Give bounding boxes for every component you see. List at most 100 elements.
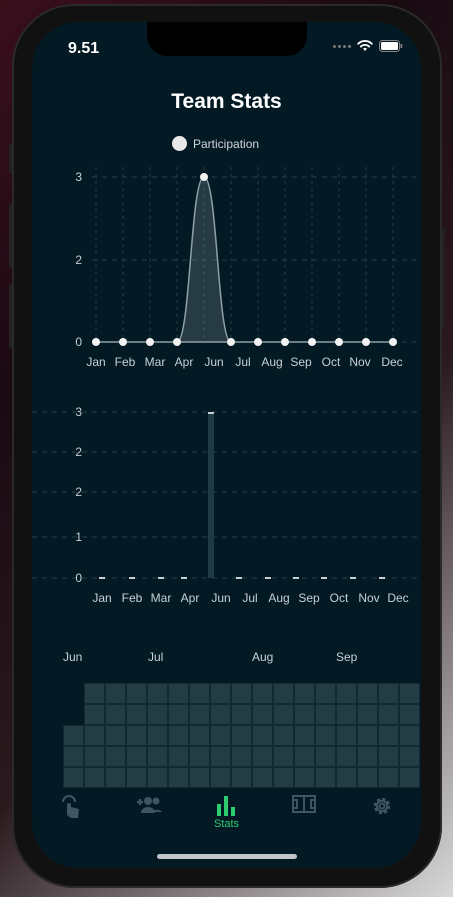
tab-stats[interactable]: Stats: [188, 780, 266, 840]
calendar-day-cell[interactable]: [378, 746, 399, 767]
bar-cap: [208, 412, 214, 414]
calendar-day-cell[interactable]: [273, 746, 294, 767]
y-tick-label: 2: [75, 445, 82, 459]
calendar-day-cell[interactable]: [84, 683, 105, 704]
x-tick-label: Feb: [122, 591, 143, 605]
calendar-day-cell[interactable]: [210, 725, 231, 746]
calendar-day-cell[interactable]: [105, 725, 126, 746]
calendar-day-cell[interactable]: [147, 746, 168, 767]
calendar-day-cell[interactable]: [126, 746, 147, 767]
calendar-day-cell[interactable]: [126, 683, 147, 704]
calendar-day-cell[interactable]: [378, 725, 399, 746]
x-tick-label: Mar: [151, 591, 172, 605]
x-tick-label: Jun: [211, 591, 230, 605]
bar: [379, 577, 385, 579]
bar: [265, 577, 271, 579]
calendar-day-cell[interactable]: [84, 704, 105, 725]
calendar-day-cell[interactable]: [189, 704, 210, 725]
calendar-day-cell[interactable]: [336, 683, 357, 704]
calendar-day-cell[interactable]: [336, 746, 357, 767]
calendar-day-cell[interactable]: [168, 725, 189, 746]
calendar-month-label: Sep: [336, 650, 358, 664]
calendar-day-cell[interactable]: [252, 725, 273, 746]
calendar-day-cell[interactable]: [315, 725, 336, 746]
tab-settings[interactable]: [343, 780, 421, 840]
calendar-day-cell[interactable]: [231, 725, 252, 746]
calendar-day-cell[interactable]: [210, 683, 231, 704]
field-icon: [292, 795, 317, 813]
tab-tap[interactable]: [32, 780, 110, 840]
add-team-icon: [136, 797, 162, 813]
calendar-day-cell[interactable]: [273, 683, 294, 704]
calendar-day-cell[interactable]: [147, 725, 168, 746]
volume-up-button: [9, 204, 12, 268]
y-tick-label: 2: [75, 485, 82, 499]
tab-field[interactable]: [265, 780, 343, 840]
calendar-day-cell[interactable]: [399, 725, 420, 746]
tab-bar: Stats: [32, 780, 421, 840]
calendar-month-label: Jul: [148, 650, 164, 664]
calendar-day-cell[interactable]: [189, 746, 210, 767]
calendar-day-cell[interactable]: [105, 704, 126, 725]
calendar-day-cell[interactable]: [357, 725, 378, 746]
calendar-day-cell[interactable]: [210, 704, 231, 725]
calendar-day-cell[interactable]: [168, 683, 189, 704]
participation-bar-chart: 3 2 2 1 0 Jan Feb Mar Apr Jun Jul Aug Sep Oct Nov Dec: [32, 405, 421, 605]
calendar-day-cell[interactable]: [105, 746, 126, 767]
calendar-day-cell[interactable]: [294, 704, 315, 725]
calendar-day-cell[interactable]: [399, 704, 420, 725]
bar: [158, 577, 164, 579]
calendar-day-cell[interactable]: [189, 683, 210, 704]
calendar-day-cell[interactable]: [231, 704, 252, 725]
calendar-day-cell[interactable]: [315, 746, 336, 767]
calendar-day-cell[interactable]: [210, 746, 231, 767]
tab-add-team[interactable]: [110, 780, 188, 840]
calendar-day-cell[interactable]: [378, 683, 399, 704]
calendar-day-cell[interactable]: [231, 683, 252, 704]
calendar-day-cell[interactable]: [126, 725, 147, 746]
bar: [129, 577, 135, 579]
calendar-day-cell[interactable]: [294, 683, 315, 704]
calendar-day-cell[interactable]: [336, 704, 357, 725]
calendar-day-cell[interactable]: [63, 725, 84, 746]
calendar-day-cell[interactable]: [399, 683, 420, 704]
calendar-day-cell[interactable]: [357, 683, 378, 704]
calendar-day-cell[interactable]: [294, 725, 315, 746]
calendar-day-cell[interactable]: [105, 683, 126, 704]
calendar-day-cell[interactable]: [84, 725, 105, 746]
app-screen: 9.51 Team Stats Participation 3 2 0 Jan Feb M…: [32, 22, 421, 868]
calendar-day-cell[interactable]: [63, 746, 84, 767]
bar: [350, 577, 356, 579]
bar: [99, 577, 105, 579]
calendar-day-cell[interactable]: [168, 704, 189, 725]
x-tick-label: Oct: [330, 591, 349, 605]
calendar-day-cell[interactable]: [294, 746, 315, 767]
calendar-day-cell[interactable]: [252, 704, 273, 725]
volume-down-button: [9, 284, 12, 348]
x-tick-label: Dec: [387, 591, 408, 605]
x-tick-label: Aug: [268, 591, 289, 605]
calendar-day-cell[interactable]: [378, 704, 399, 725]
bar: [321, 577, 327, 579]
gear-icon: [373, 797, 391, 815]
calendar-day-cell[interactable]: [336, 725, 357, 746]
calendar-day-cell[interactable]: [147, 704, 168, 725]
calendar-day-cell[interactable]: [399, 746, 420, 767]
calendar-day-cell[interactable]: [252, 746, 273, 767]
home-indicator[interactable]: [157, 854, 297, 859]
calendar-day-cell[interactable]: [189, 725, 210, 746]
calendar-day-cell[interactable]: [273, 725, 294, 746]
calendar-day-cell[interactable]: [147, 683, 168, 704]
calendar-day-cell[interactable]: [168, 746, 189, 767]
calendar-day-cell[interactable]: [84, 746, 105, 767]
calendar-day-cell[interactable]: [357, 704, 378, 725]
calendar-day-cell[interactable]: [357, 746, 378, 767]
calendar-day-cell[interactable]: [231, 746, 252, 767]
calendar-month-label: Aug: [252, 650, 274, 664]
calendar-day-cell[interactable]: [273, 704, 294, 725]
calendar-day-cell[interactable]: [126, 704, 147, 725]
power-button: [442, 228, 445, 328]
calendar-day-cell[interactable]: [315, 704, 336, 725]
calendar-day-cell[interactable]: [252, 683, 273, 704]
calendar-day-cell[interactable]: [315, 683, 336, 704]
